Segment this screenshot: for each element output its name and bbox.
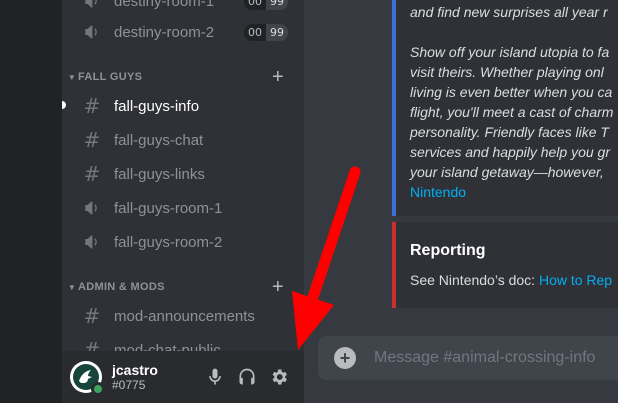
headphones-icon: [239, 368, 255, 385]
embed-line: services and happily help you gr: [410, 144, 611, 160]
user-limit-badge: 00 99: [244, 23, 288, 41]
message-input-placeholder[interactable]: Message #animal-crossing-info: [374, 349, 595, 367]
category-admin-mods[interactable]: ▼ ADMIN & MODS +: [66, 276, 296, 299]
embed-line: Show off your island utopia to fa: [410, 44, 610, 60]
unread-indicator: [62, 101, 66, 109]
user-count: 00: [244, 0, 266, 10]
hash-icon: #: [83, 128, 101, 152]
chevron-down-icon: ▼: [67, 282, 77, 292]
mute-button[interactable]: [203, 365, 227, 389]
online-status-icon: [91, 382, 105, 396]
embed-line: flight, you'll meet a cast of charm: [410, 104, 614, 120]
user-limit: 99: [266, 0, 288, 10]
embed-line: and find new surprises all year r: [410, 4, 608, 20]
embed-body: See Nintendo’s doc: How to Rep: [410, 272, 612, 288]
channel-destiny-room-1[interactable]: destiny-room-1 00 99: [70, 0, 296, 16]
channel-label: destiny-room-1: [114, 0, 215, 10]
channel-panel: destiny-room-1 00 99 destiny-room-2 00 9…: [62, 0, 304, 403]
add-attachment-button[interactable]: +: [334, 347, 356, 369]
nintendo-link[interactable]: Nintendo: [410, 182, 618, 202]
channel-fall-guys-links[interactable]: # fall-guys-links: [70, 159, 296, 189]
chevron-down-icon: ▼: [67, 72, 77, 82]
deafen-button[interactable]: [235, 365, 259, 389]
category-fall-guys[interactable]: ▼ FALL GUYS +: [66, 66, 296, 89]
channel-label: mod-announcements: [114, 307, 255, 325]
user-settings-button[interactable]: [267, 365, 291, 389]
voice-icon: [80, 23, 104, 41]
username: jcastro: [112, 362, 158, 378]
category-label: FALL GUYS: [78, 71, 143, 83]
hash-icon: #: [83, 162, 101, 186]
voice-icon: [80, 199, 104, 217]
channel-fall-guys-room-2[interactable]: fall-guys-room-2: [70, 227, 296, 257]
add-channel-icon[interactable]: +: [272, 276, 284, 299]
embed-body-text: See Nintendo’s doc:: [410, 272, 539, 288]
channel-destiny-room-2[interactable]: destiny-room-2 00 99: [70, 17, 296, 47]
embed-animal-crossing: and find new surprises all year r Show o…: [392, 0, 618, 216]
hash-icon: #: [83, 304, 101, 328]
embed-line: personality. Friendly faces like T: [410, 124, 609, 140]
server-rail: [0, 0, 62, 403]
voice-icon: [80, 0, 104, 10]
channel-fall-guys-room-1[interactable]: fall-guys-room-1: [70, 193, 296, 223]
user-panel: jcastro #0775: [62, 351, 304, 403]
avatar[interactable]: [70, 361, 105, 396]
channel-fall-guys-chat[interactable]: # fall-guys-chat: [70, 125, 296, 155]
how-to-report-link[interactable]: How to Rep: [539, 272, 612, 288]
gear-icon: [272, 369, 287, 385]
microphone-icon: [209, 368, 221, 385]
user-discriminator: #0775: [112, 378, 146, 392]
hash-icon: #: [83, 94, 101, 118]
channel-label: fall-guys-room-1: [114, 199, 223, 217]
voice-icon: [80, 233, 104, 251]
channel-label: fall-guys-chat: [114, 131, 204, 149]
user-count: 00: [244, 23, 266, 41]
channel-label: fall-guys-links: [114, 165, 205, 183]
chat-area: and find new surprises all year r Show o…: [304, 0, 618, 403]
embed-line: your island getaway—however,: [410, 164, 604, 180]
add-channel-icon[interactable]: +: [272, 66, 284, 89]
channel-label: destiny-room-2: [114, 23, 215, 41]
user-limit: 99: [266, 23, 288, 41]
category-label: ADMIN & MODS: [78, 281, 165, 293]
embed-line: living is even better when you ca: [410, 84, 613, 100]
embed-title: Reporting: [410, 242, 486, 259]
channel-label: fall-guys-room-2: [114, 233, 223, 251]
channel-mod-announcements[interactable]: # mod-announcements: [70, 301, 296, 331]
embed-reporting: Reporting See Nintendo’s doc: How to Rep: [392, 222, 618, 308]
embed-line: visit theirs. Whether playing onl: [410, 64, 604, 80]
user-limit-badge: 00 99: [244, 0, 288, 10]
channel-fall-guys-info[interactable]: # fall-guys-info: [70, 91, 296, 121]
channel-label: fall-guys-info: [114, 97, 200, 115]
message-composer[interactable]: + Message #animal-crossing-info: [318, 336, 618, 380]
